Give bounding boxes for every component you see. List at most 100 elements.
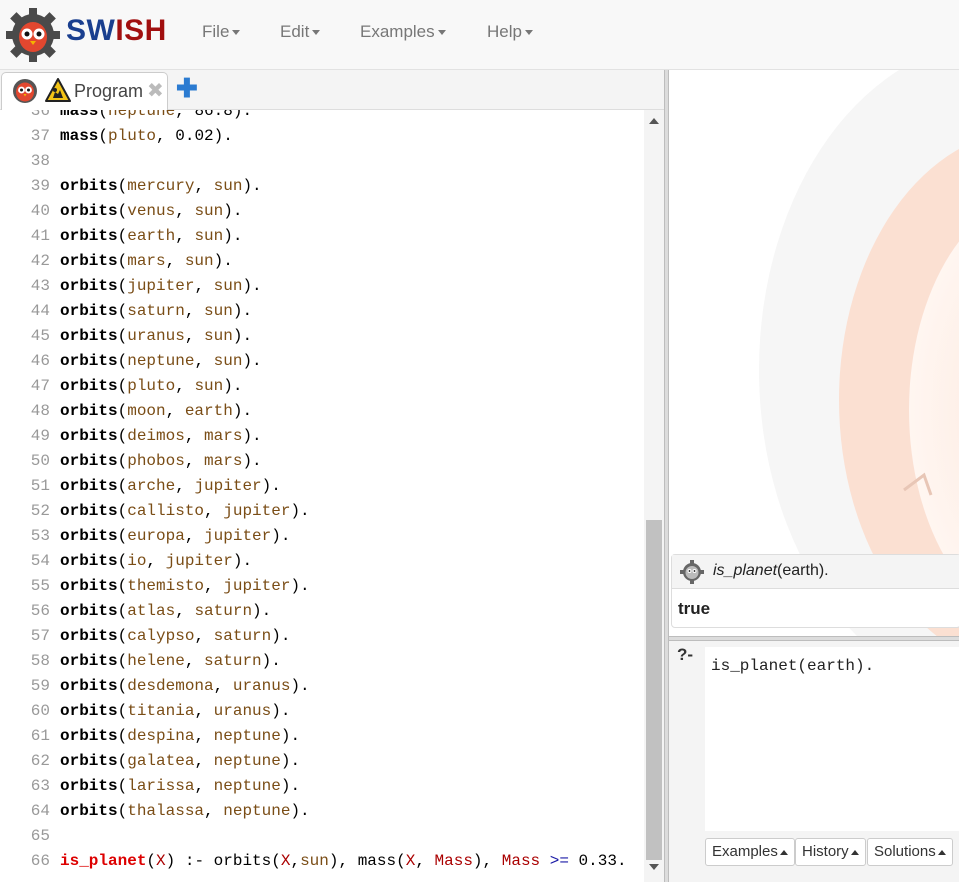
code-token: moon <box>127 402 166 420</box>
caret-down-icon <box>437 30 446 36</box>
code-token: sun <box>213 177 243 195</box>
code-token: orbits <box>60 602 118 620</box>
code-line[interactable]: 63 orbits(larissa, neptune). <box>0 774 644 799</box>
code-token: orbits <box>60 552 118 570</box>
code-line[interactable]: 56 orbits(atlas, saturn). <box>0 599 644 624</box>
menu-edit[interactable]: Edit <box>280 22 321 42</box>
code-token: , <box>194 277 214 295</box>
code-line[interactable]: 37 mass(pluto, 0.02). <box>0 124 644 149</box>
examples-button[interactable]: Examples <box>705 838 795 866</box>
code-line[interactable]: 51 orbits(arche, jupiter). <box>0 474 644 499</box>
code-token: , <box>194 777 214 795</box>
code-line[interactable]: 55 orbits(themisto, jupiter). <box>0 574 644 599</box>
brand-title[interactable]: SWISH <box>66 14 167 48</box>
code-line[interactable]: 52 orbits(callisto, jupiter). <box>0 499 644 524</box>
code-line[interactable]: 57 orbits(calypso, saturn). <box>0 624 644 649</box>
answer-header[interactable]: is_planet(earth). <box>672 555 959 589</box>
code-line[interactable]: 41 orbits(earth, sun). <box>0 224 644 249</box>
code-line[interactable]: 39 orbits(mercury, sun). <box>0 174 644 199</box>
code-line[interactable]: 43 orbits(jupiter, sun). <box>0 274 644 299</box>
code-token: orbits <box>60 302 118 320</box>
code-token: saturn <box>204 652 262 670</box>
code-token: ( <box>117 427 128 445</box>
code-token: 0.02 <box>175 127 214 145</box>
history-button[interactable]: History <box>795 838 866 866</box>
code-line[interactable]: 61 orbits(despina, neptune). <box>0 724 644 749</box>
tab-bar: Program ✖ ✚ <box>0 70 665 110</box>
line-number: 45 <box>30 327 50 345</box>
code-token: ( <box>117 627 128 645</box>
code-token: ( <box>117 777 128 795</box>
code-line[interactable]: 58 orbits(helene, saturn). <box>0 649 644 674</box>
code-line[interactable]: 47 orbits(pluto, sun). <box>0 374 644 399</box>
scroll-down-arrow-icon[interactable] <box>649 864 659 870</box>
code-token: ) :- orbits( <box>165 852 281 870</box>
answer-query-args: (earth). <box>777 562 829 579</box>
tab-program[interactable]: Program ✖ <box>1 72 168 110</box>
code-token: , <box>194 352 214 370</box>
code-token: ( <box>117 277 128 295</box>
code-token: deimos <box>127 427 185 445</box>
history-button-label: History <box>802 843 849 860</box>
code-token: ). <box>242 277 262 295</box>
code-line[interactable]: 38 <box>0 149 644 174</box>
editor-scrollbar[interactable] <box>644 110 664 882</box>
code-text: orbits(io, jupiter). <box>60 549 252 574</box>
code-token: mars <box>127 252 166 270</box>
code-token: ). <box>271 527 291 545</box>
close-icon[interactable]: ✖ <box>147 78 164 103</box>
code-token: , <box>175 377 195 395</box>
scroll-up-arrow-icon[interactable] <box>649 118 659 124</box>
menu-examples[interactable]: Examples <box>360 22 446 42</box>
line-number: 42 <box>30 252 50 270</box>
code-token: sun <box>194 227 224 245</box>
code-text: orbits(saturn, sun). <box>60 299 252 324</box>
code-line[interactable]: 50 orbits(phobos, mars). <box>0 449 644 474</box>
code-token: ( <box>98 127 109 145</box>
code-editor[interactable]: 36 mass(neptune, 86.8). 37 mass(pluto, 0.02… <box>0 110 644 882</box>
code-line[interactable]: 66 is_planet(X) :- orbits(X,sun), mass(X,… <box>0 849 644 874</box>
code-line[interactable]: 36 mass(neptune, 86.8). <box>0 110 644 124</box>
code-line[interactable]: 53 orbits(europa, jupiter). <box>0 524 644 549</box>
caret-up-icon <box>850 849 859 855</box>
query-editor[interactable]: is_planet(earth). <box>705 647 959 831</box>
code-line[interactable]: 60 orbits(titania, uranus). <box>0 699 644 724</box>
code-token: X <box>405 852 416 870</box>
code-token: ( <box>117 577 128 595</box>
solutions-button[interactable]: Solutions <box>867 838 953 866</box>
code-token: orbits <box>60 802 118 820</box>
code-line[interactable]: 44 orbits(saturn, sun). <box>0 299 644 324</box>
code-token: , <box>184 452 205 470</box>
menu-help[interactable]: Help <box>487 22 533 42</box>
code-line[interactable]: 62 orbits(galatea, neptune). <box>0 749 644 774</box>
menu-file[interactable]: File <box>202 22 241 42</box>
code-line[interactable]: 48 orbits(moon, earth). <box>0 399 644 424</box>
code-token: orbits <box>60 377 118 395</box>
code-line[interactable]: 46 orbits(neptune, sun). <box>0 349 644 374</box>
code-token: ). <box>290 577 310 595</box>
query-text[interactable]: is_planet(earth). <box>711 657 874 675</box>
code-line[interactable]: 40 orbits(venus, sun). <box>0 199 644 224</box>
code-line[interactable]: 42 orbits(mars, sun). <box>0 249 644 274</box>
caret-up-icon <box>779 849 788 855</box>
code-line[interactable]: 59 orbits(desdemona, uranus). <box>0 674 644 699</box>
line-number: 56 <box>30 602 50 620</box>
code-token: orbits <box>60 177 118 195</box>
code-token: desdemona <box>127 677 214 695</box>
code-token: mass <box>60 127 99 145</box>
code-token: neptune <box>127 352 195 370</box>
swish-owl-logo-icon[interactable] <box>6 8 60 62</box>
code-line[interactable]: 45 orbits(uranus, sun). <box>0 324 644 349</box>
code-line[interactable]: 54 orbits(io, jupiter). <box>0 549 644 574</box>
code-token: sun <box>184 252 214 270</box>
code-token: sun <box>204 302 233 320</box>
code-token: ( <box>117 252 128 270</box>
code-token: ( <box>117 527 128 545</box>
code-line[interactable]: 65 <box>0 824 644 849</box>
code-token: ( <box>146 852 157 870</box>
code-line[interactable]: 64 orbits(thalassa, neptune). <box>0 799 644 824</box>
scrollbar-thumb[interactable] <box>646 520 662 860</box>
add-tab-plus-icon[interactable]: ✚ <box>176 75 198 101</box>
code-line[interactable]: 49 orbits(deimos, mars). <box>0 424 644 449</box>
